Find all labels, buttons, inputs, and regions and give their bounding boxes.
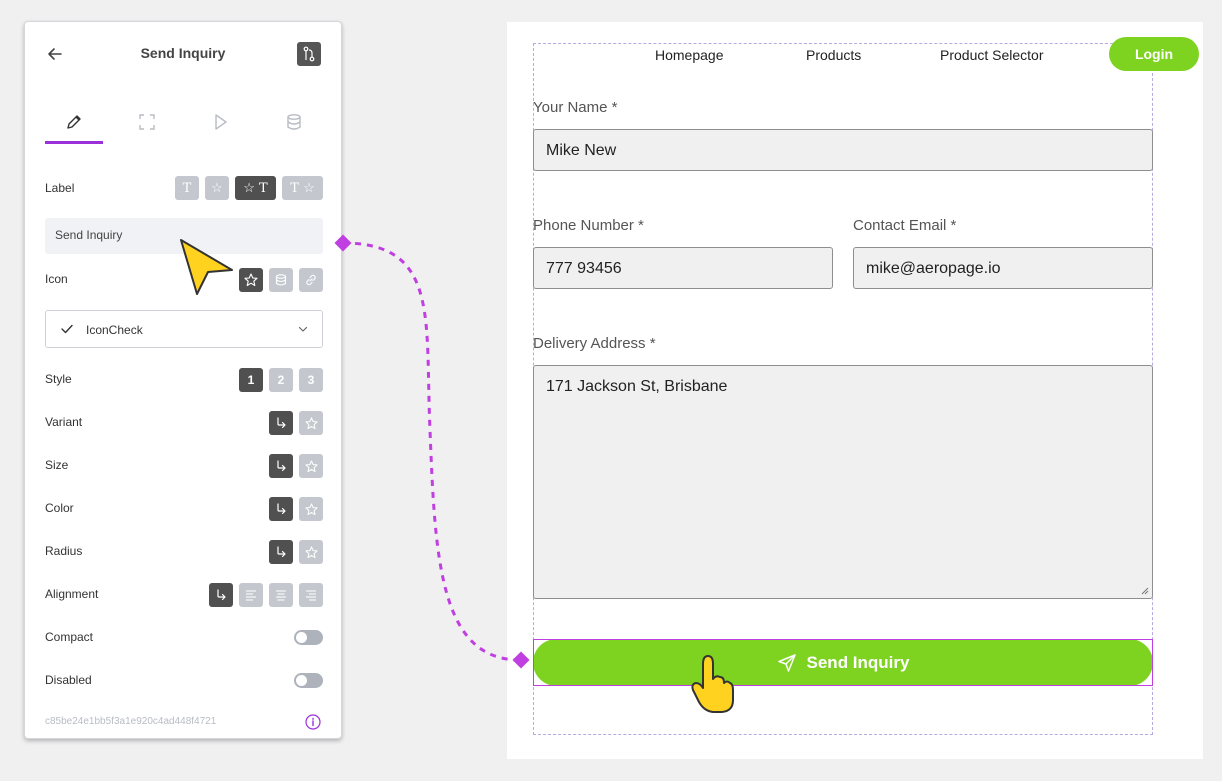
element-id: c85be24e1bb5f3a1e920c4ad448f4721: [45, 716, 217, 727]
color-custom-button[interactable]: [299, 497, 323, 521]
corner-down-right-icon: [277, 417, 286, 429]
star-icon: ☆: [211, 180, 223, 195]
variant-custom-button[interactable]: [299, 411, 323, 435]
compact-toggle[interactable]: [294, 630, 323, 645]
panel-header: Send Inquiry: [25, 22, 341, 86]
icon-source-link-button[interactable]: [299, 268, 323, 292]
disabled-toggle[interactable]: [294, 673, 323, 688]
star-icon: [304, 502, 318, 515]
star-icon: [304, 416, 318, 429]
style-row-label: Style: [45, 372, 72, 386]
alignment-row-label: Alignment: [45, 587, 99, 601]
name-label: Your Name *: [533, 99, 618, 116]
align-right-button[interactable]: [299, 583, 323, 607]
icon-select-value: IconCheck: [86, 323, 143, 337]
resize-handle-icon[interactable]: [1139, 585, 1149, 595]
database-icon: [275, 274, 287, 286]
label-row-label: Label: [45, 181, 75, 195]
radius-inherit-button[interactable]: [269, 540, 293, 564]
button-settings-panel: Send Inquiry Label T ☆ ☆ T T ☆ Send Inqu…: [24, 21, 342, 739]
pencil-icon: [67, 115, 81, 129]
icon-source-static-button[interactable]: [239, 268, 263, 292]
tab-data[interactable]: [265, 108, 323, 144]
label-mode-text-icon-button[interactable]: T ☆: [282, 176, 323, 200]
git-branch-button[interactable]: [297, 42, 321, 66]
color-row-label: Color: [45, 501, 74, 515]
star-icon: [244, 273, 258, 287]
page-canvas: Homepage Products Product Selector Login…: [507, 22, 1203, 759]
git-branch-icon: [303, 46, 315, 62]
align-left-icon: [246, 590, 256, 601]
align-right-icon: [306, 590, 316, 601]
radius-custom-button[interactable]: [299, 540, 323, 564]
variant-inherit-button[interactable]: [269, 411, 293, 435]
label-mode-icon-text-button[interactable]: ☆ T: [235, 176, 276, 200]
compact-row-label: Compact: [45, 630, 94, 644]
label-text-input[interactable]: Send Inquiry: [45, 218, 323, 254]
corner-down-right-icon: [277, 546, 286, 558]
label-mode-text-button[interactable]: T: [175, 176, 199, 200]
style-option-1[interactable]: 1: [239, 368, 263, 392]
corner-down-right-icon: [277, 503, 286, 515]
size-custom-button[interactable]: [299, 454, 323, 478]
check-icon: [61, 324, 73, 334]
nav-link-product-selector[interactable]: Product Selector: [940, 47, 1044, 63]
variant-row-label: Variant: [45, 415, 83, 429]
align-left-button[interactable]: [239, 583, 263, 607]
color-inherit-button[interactable]: [269, 497, 293, 521]
email-input[interactable]: mike@aeropage.io: [853, 247, 1153, 289]
login-button[interactable]: Login: [1109, 37, 1199, 71]
text-icon-label: T ☆: [290, 180, 315, 196]
tab-layout[interactable]: [118, 108, 176, 144]
align-center-button[interactable]: [269, 583, 293, 607]
size-row-label: Size: [45, 458, 69, 472]
toggle-knob: [296, 675, 307, 686]
nav-link-products[interactable]: Products: [806, 47, 861, 63]
chevron-down-icon: [298, 326, 308, 332]
corner-down-right-icon: [277, 460, 286, 472]
phone-input[interactable]: 777 93456: [533, 247, 833, 289]
link-icon: [306, 274, 316, 286]
selection-outline: [533, 639, 1153, 686]
play-icon: [215, 114, 227, 130]
star-icon: [304, 459, 318, 472]
info-icon[interactable]: [305, 714, 321, 730]
label-mode-icon-button[interactable]: ☆: [205, 176, 229, 200]
style-option-2[interactable]: 2: [269, 368, 293, 392]
panel-tabs: [45, 108, 323, 144]
frame-icon: [139, 114, 155, 130]
panel-title: Send Inquiry: [140, 45, 226, 61]
address-textarea[interactable]: 171 Jackson St, Brisbane: [533, 365, 1153, 599]
radius-row-label: Radius: [45, 544, 83, 558]
disabled-row-label: Disabled: [45, 673, 92, 687]
icon-row-label: Icon: [45, 272, 68, 286]
nav-link-homepage[interactable]: Homepage: [655, 47, 724, 63]
star-icon: [304, 545, 318, 558]
tab-edit[interactable]: [45, 108, 103, 144]
phone-label: Phone Number *: [533, 217, 644, 234]
icon-text-label: ☆ T: [243, 180, 268, 196]
align-center-icon: [276, 590, 286, 601]
tab-actions[interactable]: [191, 108, 249, 144]
corner-down-right-icon: [217, 589, 226, 601]
size-inherit-button[interactable]: [269, 454, 293, 478]
alignment-inherit-button[interactable]: [209, 583, 233, 607]
address-label: Delivery Address *: [533, 335, 656, 352]
toggle-knob: [296, 632, 307, 643]
address-value: 171 Jackson St, Brisbane: [546, 378, 728, 395]
style-option-3[interactable]: 3: [299, 368, 323, 392]
label-mode-text: T: [182, 180, 192, 196]
email-label: Contact Email *: [853, 217, 957, 234]
database-icon: [287, 114, 301, 130]
name-input[interactable]: Mike New: [533, 129, 1153, 171]
icon-select[interactable]: IconCheck: [45, 310, 323, 348]
icon-source-data-button[interactable]: [269, 268, 293, 292]
connector-line: [342, 241, 521, 662]
